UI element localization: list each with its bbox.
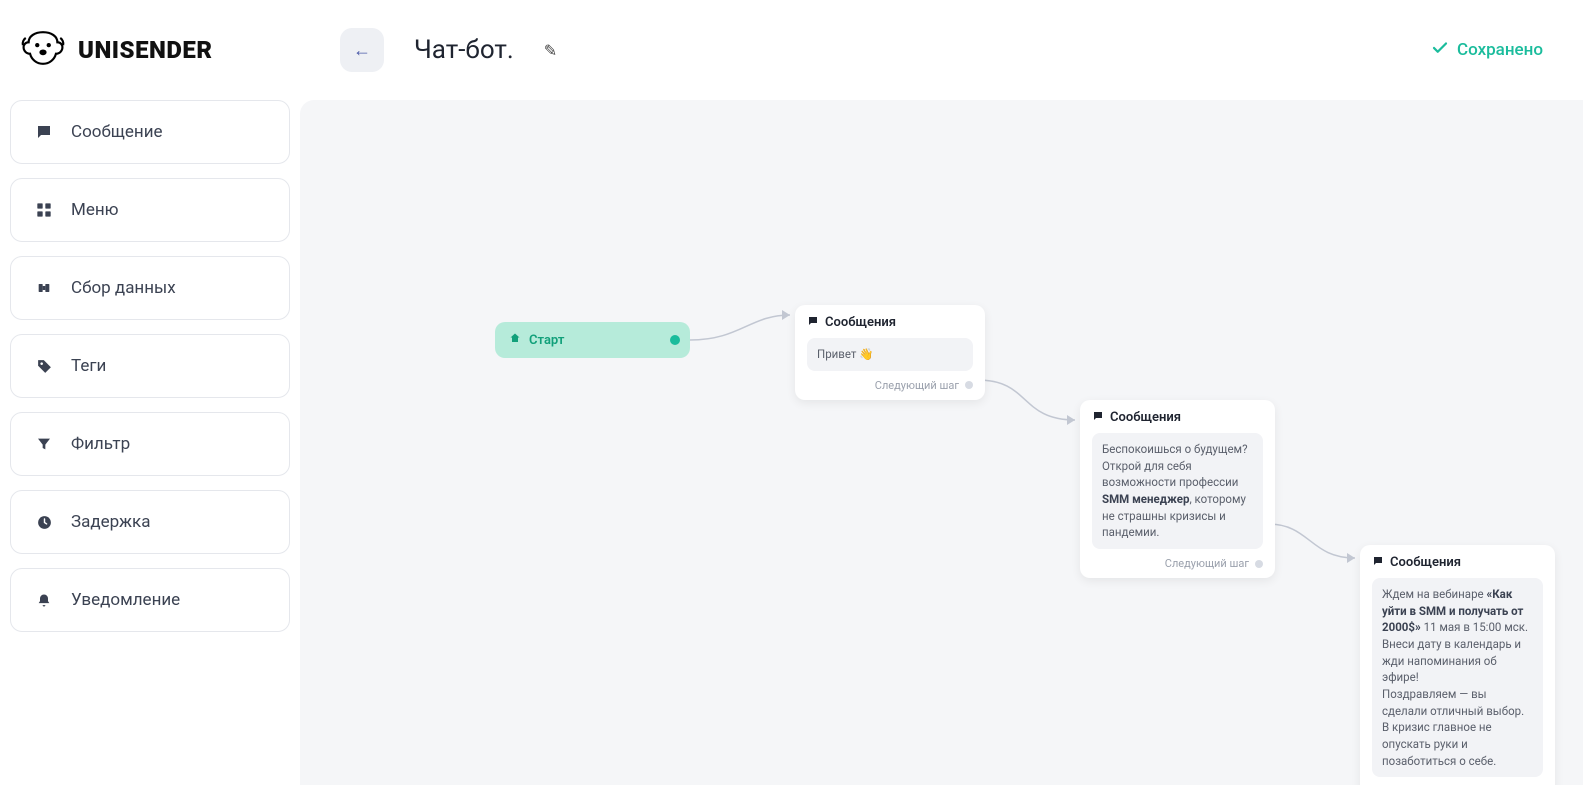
message-icon <box>33 123 55 141</box>
next-step-label: Следующий шаг <box>875 379 959 392</box>
node-message-body: Беспокоишься о будущем? Открой для себя … <box>1092 433 1263 549</box>
sidebar-item-menu[interactable]: Меню <box>10 178 290 242</box>
filter-icon <box>33 436 55 452</box>
menu-icon <box>33 202 55 218</box>
message-icon <box>1092 410 1104 425</box>
node-title-label: Сообщения <box>825 315 896 330</box>
brand-name: UNISENDER <box>78 36 212 64</box>
sidebar-item-label: Фильтр <box>71 434 130 454</box>
node-header: Сообщения <box>1092 410 1263 425</box>
sidebar-item-label: Меню <box>71 200 119 220</box>
sidebar-item-label: Задержка <box>71 512 151 532</box>
sidebar-item-data[interactable]: Сбор данных <box>10 256 290 320</box>
clock-icon <box>33 514 55 531</box>
sidebar-item-label: Теги <box>71 356 106 376</box>
pencil-icon: ✎ <box>544 41 557 60</box>
tag-icon <box>33 358 55 375</box>
node-title-label: Сообщения <box>1390 555 1461 570</box>
sidebar-item-tags[interactable]: Теги <box>10 334 290 398</box>
node-message-body: Ждем на вебинаре «Как уйти в SMM и получ… <box>1372 578 1543 777</box>
sidebar-item-label: Уведомление <box>71 590 180 610</box>
node-message-body: Привет 👋 <box>807 338 973 371</box>
message-node-3[interactable]: Сообщения Ждем на вебинаре «Как уйти в S… <box>1360 545 1555 785</box>
flow-canvas[interactable]: Старт Сообщения Привет 👋 Следующий шаг <box>300 100 1583 785</box>
topbar: ← Чат-бот. ✎ Сохранено <box>300 0 1583 100</box>
page-title: Чат-бот. <box>414 35 514 65</box>
sidebar-item-message[interactable]: Сообщение <box>10 100 290 164</box>
bell-icon <box>33 592 55 609</box>
edit-title-button[interactable]: ✎ <box>544 41 557 60</box>
database-icon <box>33 280 55 296</box>
node-output-port[interactable] <box>670 335 680 345</box>
sidebar: Сообщение Меню Сбор данных Теги Фильтр <box>0 100 300 785</box>
start-node-label: Старт <box>529 333 564 348</box>
message-node-2[interactable]: Сообщения Беспокоишься о будущем? Открой… <box>1080 400 1275 578</box>
save-status-label: Сохранено <box>1457 40 1543 60</box>
sidebar-item-label: Сообщение <box>71 122 163 142</box>
start-node[interactable]: Старт <box>495 322 690 358</box>
next-step-label: Следующий шаг <box>1165 557 1249 570</box>
dog-logo-icon <box>20 25 66 75</box>
node-header: Сообщения <box>1372 555 1543 570</box>
node-output-port[interactable] <box>1255 560 1263 568</box>
brand[interactable]: UNISENDER <box>20 25 212 75</box>
node-next-step[interactable]: Следующий шаг <box>807 379 973 392</box>
node-next-step[interactable]: Следующий шаг <box>1092 557 1263 570</box>
node-header: Сообщения <box>807 315 973 330</box>
home-icon <box>509 332 521 348</box>
save-status: Сохранено <box>1431 39 1543 62</box>
arrow-left-icon: ← <box>353 40 371 61</box>
logo-container: UNISENDER <box>0 0 300 100</box>
message-icon <box>807 315 819 330</box>
back-button[interactable]: ← <box>340 28 384 72</box>
node-title-label: Сообщения <box>1110 410 1181 425</box>
sidebar-item-delay[interactable]: Задержка <box>10 490 290 554</box>
message-node-1[interactable]: Сообщения Привет 👋 Следующий шаг <box>795 305 985 400</box>
sidebar-item-filter[interactable]: Фильтр <box>10 412 290 476</box>
sidebar-item-label: Сбор данных <box>71 278 176 298</box>
check-icon <box>1431 39 1449 62</box>
sidebar-item-notify[interactable]: Уведомление <box>10 568 290 632</box>
message-icon <box>1372 555 1384 570</box>
node-output-port[interactable] <box>965 381 973 389</box>
